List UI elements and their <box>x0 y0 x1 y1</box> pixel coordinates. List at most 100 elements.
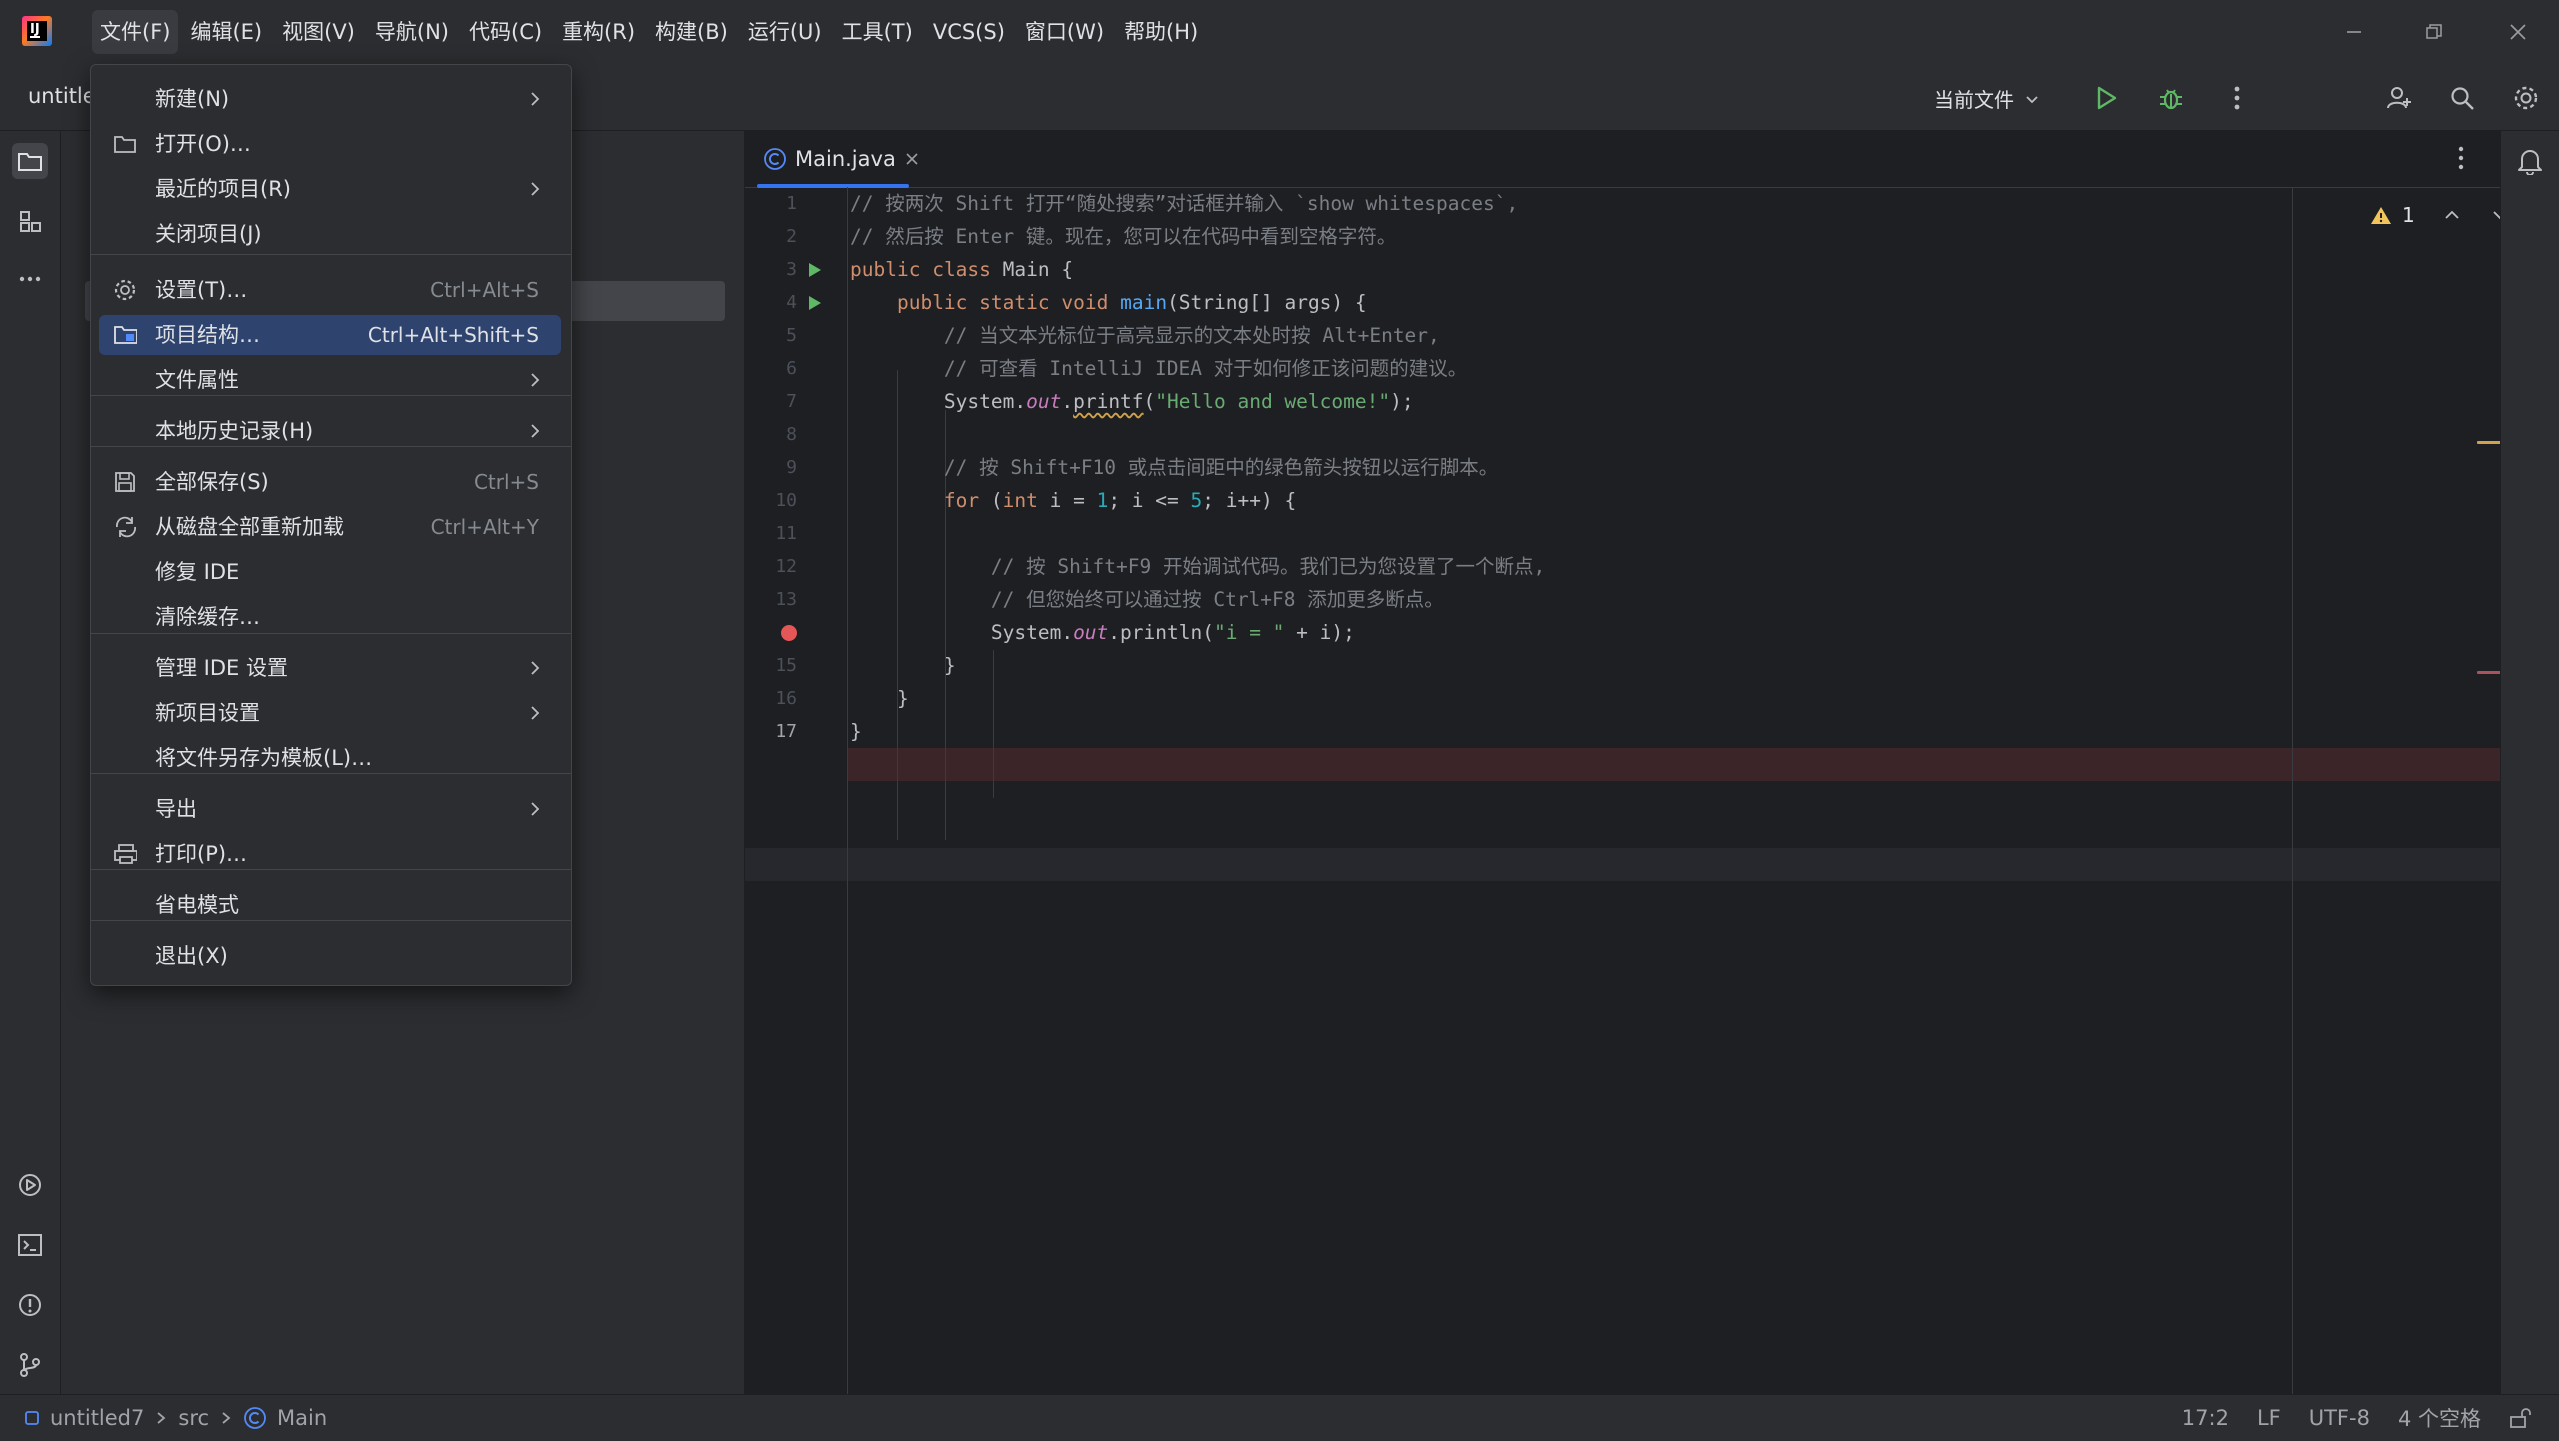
debug-button[interactable] <box>2153 80 2189 116</box>
menu-item-settings[interactable]: 设置(T)… Ctrl+Alt+S <box>99 270 561 310</box>
bug-icon <box>2160 89 2182 110</box>
breadcrumb-main[interactable]: Main <box>277 1406 327 1430</box>
menu-edit[interactable]: 编辑(E) <box>182 10 270 54</box>
add-user-icon[interactable] <box>2381 80 2417 116</box>
problems-tool-icon[interactable] <box>12 1287 48 1323</box>
submenu-arrow-icon <box>525 658 545 678</box>
services-tool-icon[interactable] <box>12 1167 48 1203</box>
menu-item-print[interactable]: 打印(P)… <box>99 834 561 874</box>
menu-view[interactable]: 视图(V) <box>274 10 363 54</box>
run-configuration-label: 当前文件 <box>1934 88 2014 112</box>
intellij-logo-icon[interactable]: IJ <box>22 16 52 46</box>
inspection-widget[interactable]: 1 <box>2370 203 2509 227</box>
menu-item-save-as-template[interactable]: 将文件另存为模板(L)… <box>99 738 561 778</box>
menu-item-file-properties[interactable]: 文件属性 <box>99 360 561 400</box>
line-separator[interactable]: LF <box>2257 1406 2281 1430</box>
menu-build[interactable]: 构建(B) <box>647 10 736 54</box>
code-line[interactable]: 17 } <box>745 715 2500 748</box>
run-gutter-icon[interactable] <box>807 261 823 279</box>
code-editor: Main.java 1 // 按两次 Shift 打开“随处搜索”对话框并输入 … <box>745 131 2507 1394</box>
code-line[interactable]: 5 // 当文本光标位于高亮显示的文本处时按 Alt+Enter, <box>745 319 2500 352</box>
breakpoint-icon[interactable] <box>779 623 799 643</box>
code-line[interactable]: 13 // 但您始终可以通过按 Ctrl+F8 添加更多断点。 <box>745 583 2500 616</box>
java-class-icon <box>244 1407 266 1429</box>
minimize-window-icon[interactable] <box>2338 16 2370 48</box>
project-tool-icon[interactable] <box>12 143 48 179</box>
structure-tool-icon[interactable] <box>12 203 48 239</box>
menu-item-reload-from-disk[interactable]: 从磁盘全部重新加载 Ctrl+Alt+Y <box>99 507 561 547</box>
code-line[interactable]: 10 for (int i = 1; i <= 5; i++) { <box>745 484 2500 517</box>
menu-code[interactable]: 代码(C) <box>461 10 550 54</box>
code-line[interactable]: 2 // 然后按 Enter 键。现在，您可以在代码中看到空格字符。 <box>745 220 2500 253</box>
title-bar: IJ 文件(F) 编辑(E) 视图(V) 导航(N) 代码(C) 重构(R) 构… <box>0 0 2559 64</box>
close-window-icon[interactable] <box>2502 16 2534 48</box>
restore-window-icon[interactable] <box>2418 16 2450 48</box>
menu-run[interactable]: 运行(U) <box>740 10 830 54</box>
menu-item-export[interactable]: 导出 <box>99 789 561 829</box>
settings-gear-icon[interactable] <box>2508 80 2544 116</box>
code-line[interactable]: 15 } <box>745 649 2500 682</box>
code-line[interactable]: 3 public class Main { <box>745 253 2500 286</box>
git-tool-icon[interactable] <box>12 1347 48 1383</box>
menu-item-local-history[interactable]: 本地历史记录(H) <box>99 411 561 451</box>
more-actions-icon[interactable] <box>2219 80 2255 116</box>
menu-item-label: 打开(O)… <box>155 132 251 156</box>
menu-item-manage-ide-settings[interactable]: 管理 IDE 设置 <box>99 648 561 688</box>
menu-navigate[interactable]: 导航(N) <box>367 10 457 54</box>
tab-more-actions-icon[interactable] <box>2457 145 2465 171</box>
menu-tools[interactable]: 工具(T) <box>834 10 921 54</box>
notifications-bell-icon[interactable] <box>2517 147 2543 175</box>
code-line[interactable]: System.out.println("i = " + i); <box>745 616 2500 649</box>
lock-open-icon[interactable] <box>2509 1407 2531 1429</box>
menu-item-new-project-settings[interactable]: 新项目设置 <box>99 693 561 733</box>
menu-item-new[interactable]: 新建(N) <box>99 79 561 119</box>
run-gutter-icon[interactable] <box>807 294 823 312</box>
menu-file[interactable]: 文件(F) <box>92 10 179 54</box>
breadcrumb-project[interactable]: untitled7 <box>50 1406 144 1430</box>
menu-item-recent-projects[interactable]: 最近的项目(R) <box>99 169 561 209</box>
caret-position[interactable]: 17:2 <box>2182 1406 2229 1430</box>
menu-item-power-save-mode[interactable]: 省电模式 <box>99 885 561 925</box>
breakpoint-line-highlight <box>848 748 2500 781</box>
menu-refactor[interactable]: 重构(R) <box>554 10 643 54</box>
menu-item-label: 新项目设置 <box>155 701 260 725</box>
gear-icon <box>113 278 137 302</box>
tab-main-java[interactable]: Main.java <box>755 131 928 188</box>
code-line[interactable]: 9 // 按 Shift+F10 或点击间距中的绿色箭头按钮以运行脚本。 <box>745 451 2500 484</box>
menu-vcs[interactable]: VCS(S) <box>925 10 1013 54</box>
menu-item-label: 全部保存(S) <box>155 470 269 494</box>
code-line[interactable]: 16 } <box>745 682 2500 715</box>
code-line[interactable]: 4 public static void main(String[] args)… <box>745 286 2500 319</box>
more-tools-icon[interactable] <box>12 261 48 297</box>
menu-item-exit[interactable]: 退出(X) <box>99 936 561 976</box>
java-class-icon <box>764 148 786 170</box>
line-number: 10 <box>775 490 797 511</box>
close-tab-icon[interactable] <box>904 151 920 167</box>
code-text: public class Main { <box>850 258 1074 281</box>
run-button[interactable] <box>2088 80 2124 116</box>
terminal-tool-icon[interactable] <box>12 1227 48 1263</box>
menu-item-label: 清除缓存… <box>155 605 260 629</box>
search-icon[interactable] <box>2444 80 2480 116</box>
code-line[interactable]: 11 <box>745 517 2500 550</box>
menu-item-invalidate-caches[interactable]: 清除缓存… <box>99 597 561 637</box>
indent-setting[interactable]: 4 个空格 <box>2398 1403 2481 1433</box>
breadcrumb-src[interactable]: src <box>178 1406 209 1430</box>
menu-item-save-all[interactable]: 全部保存(S) Ctrl+S <box>99 462 561 502</box>
code-line[interactable]: 1 // 按两次 Shift 打开“随处搜索”对话框并输入 `show whit… <box>745 187 2500 220</box>
menu-item-open[interactable]: 打开(O)… <box>99 124 561 164</box>
code-line[interactable]: 12 // 按 Shift+F9 开始调试代码。我们已为您设置了一个断点, <box>745 550 2500 583</box>
chevron-up-icon[interactable] <box>2443 206 2461 224</box>
file-encoding[interactable]: UTF-8 <box>2309 1406 2370 1430</box>
menu-item-close-project[interactable]: 关闭项目(J) <box>99 214 561 254</box>
menu-item-shortcut: Ctrl+S <box>473 470 539 494</box>
code-line[interactable]: 7 System.out.printf("Hello and welcome!"… <box>745 385 2500 418</box>
menu-help[interactable]: 帮助(H) <box>1116 10 1206 54</box>
code-line[interactable]: 8 <box>745 418 2500 451</box>
menu-item-repair-ide[interactable]: 修复 IDE <box>99 552 561 592</box>
menu-window[interactable]: 窗口(W) <box>1017 10 1112 54</box>
code-line[interactable]: 6 // 可查看 IntelliJ IDEA 对于如何修正该问题的建议。 <box>745 352 2500 385</box>
run-configuration-selector[interactable]: 当前文件 <box>1934 84 2040 113</box>
project-structure-icon <box>113 323 137 347</box>
menu-item-project-structure[interactable]: 项目结构… Ctrl+Alt+Shift+S <box>99 315 561 355</box>
